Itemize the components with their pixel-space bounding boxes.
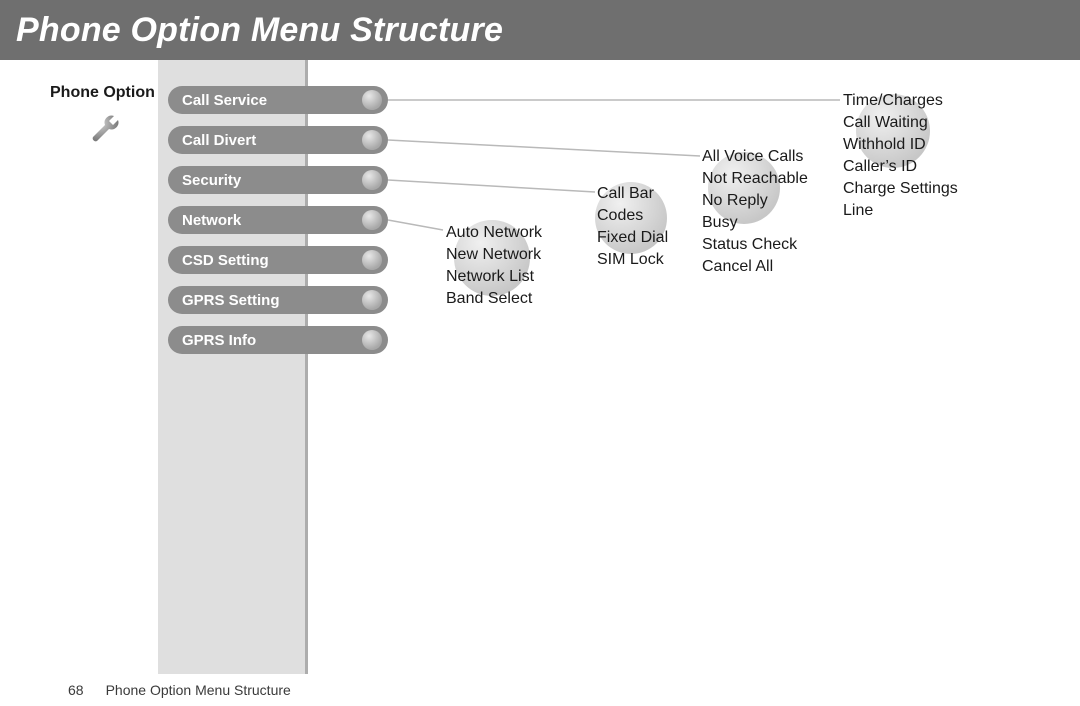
submenu-network: Auto Network New Network Network List Ba… <box>446 222 542 310</box>
menu-pill-security[interactable]: Security <box>168 166 388 194</box>
menu-pill-gprs-setting[interactable]: GPRS Setting <box>168 286 388 314</box>
submenu-call-service: Time/Charges Call Waiting Withhold ID Ca… <box>843 90 958 222</box>
submenu-item-fixed-dial[interactable]: Fixed Dial <box>597 227 668 249</box>
submenu-item-time-charges[interactable]: Time/Charges <box>843 90 958 112</box>
submenu-item-network-list[interactable]: Network List <box>446 266 542 288</box>
submenu-item-withhold-id[interactable]: Withhold ID <box>843 134 958 156</box>
pill-label: GPRS Setting <box>182 292 280 309</box>
page-title: Phone Option Menu Structure <box>16 11 503 50</box>
submenu-item-callers-id[interactable]: Caller’s ID <box>843 156 958 178</box>
menu-pill-gprs-info[interactable]: GPRS Info <box>168 326 388 354</box>
submenu-call-divert: All Voice Calls Not Reachable No Reply B… <box>702 146 808 278</box>
page-footer: 68 Phone Option Menu Structure <box>0 674 1080 706</box>
submenu-item-codes[interactable]: Codes <box>597 205 668 227</box>
content-area: Phone Option Call Service <box>0 60 1080 674</box>
submenu-item-not-reachable[interactable]: Not Reachable <box>702 168 808 190</box>
submenu-item-busy[interactable]: Busy <box>702 212 808 234</box>
menu-pill-network[interactable]: Network <box>168 206 388 234</box>
submenu-item-call-bar[interactable]: Call Bar <box>597 183 668 205</box>
submenu-item-auto-network[interactable]: Auto Network <box>446 222 542 244</box>
pill-label: CSD Setting <box>182 252 269 269</box>
pill-label: Call Service <box>182 92 267 109</box>
pill-label: Network <box>182 212 241 229</box>
submenu-item-all-voice-calls[interactable]: All Voice Calls <box>702 146 808 168</box>
submenu-item-band-select[interactable]: Band Select <box>446 288 542 310</box>
menu-pill-call-divert[interactable]: Call Divert <box>168 126 388 154</box>
submenu-item-status-check[interactable]: Status Check <box>702 234 808 256</box>
submenu-item-cancel-all[interactable]: Cancel All <box>702 256 808 278</box>
pill-label: Call Divert <box>182 132 256 149</box>
page-number: 68 <box>68 682 84 698</box>
submenu-item-new-network[interactable]: New Network <box>446 244 542 266</box>
sidebar-label: Phone Option <box>50 84 155 102</box>
page-root: Phone Option Menu Structure Phone Option <box>0 0 1080 706</box>
submenu-item-sim-lock[interactable]: SIM Lock <box>597 249 668 271</box>
submenu-item-call-waiting[interactable]: Call Waiting <box>843 112 958 134</box>
pill-label: Security <box>182 172 241 189</box>
pill-label: GPRS Info <box>182 332 256 349</box>
submenu-security: Call Bar Codes Fixed Dial SIM Lock <box>597 183 668 271</box>
title-bar: Phone Option Menu Structure <box>0 0 1080 60</box>
menu-pill-csd-setting[interactable]: CSD Setting <box>168 246 388 274</box>
submenu-item-line[interactable]: Line <box>843 200 958 222</box>
footer-caption: Phone Option Menu Structure <box>106 682 291 698</box>
submenu-item-no-reply[interactable]: No Reply <box>702 190 808 212</box>
submenu-item-charge-settings[interactable]: Charge Settings <box>843 178 958 200</box>
menu-pill-call-service[interactable]: Call Service <box>168 86 388 114</box>
wrench-icon <box>88 110 124 146</box>
